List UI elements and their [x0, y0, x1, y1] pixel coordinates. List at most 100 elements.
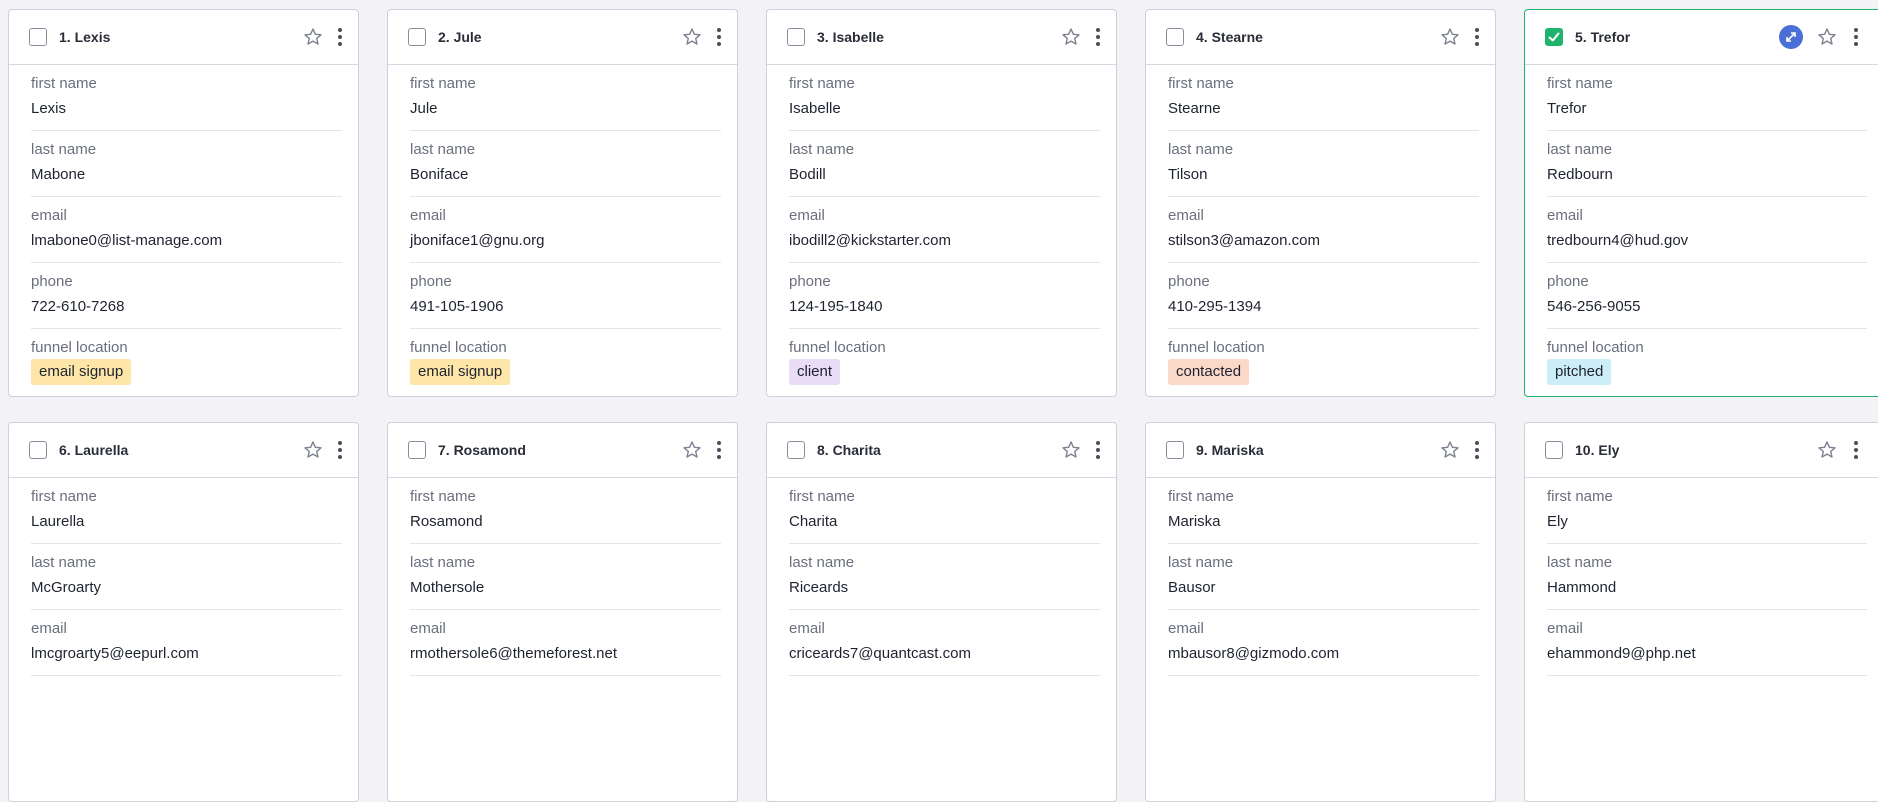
card-title: 3. Isabelle: [817, 29, 884, 45]
more-options-icon[interactable]: [715, 439, 723, 461]
select-checkbox[interactable]: [1545, 441, 1563, 459]
email-value[interactable]: rmothersole6@themeforest.net: [410, 645, 617, 663]
email-value[interactable]: lmcgroarty5@eepurl.com: [31, 645, 199, 663]
record-card[interactable]: 1. Lexis first name Lexis last name Mabone…: [8, 9, 359, 397]
record-card[interactable]: 3. Isabelle first name Isabelle last name…: [766, 9, 1117, 397]
record-card[interactable]: 10. Ely first name Ely last name Hammond e…: [1524, 422, 1878, 802]
funnel-badge[interactable]: pitched: [1547, 359, 1612, 385]
record-card[interactable]: 7. Rosamond first name Rosamond last name…: [387, 422, 738, 802]
star-icon[interactable]: [682, 27, 702, 47]
star-icon[interactable]: [682, 440, 702, 460]
field-funnel-location: funnel location pitched: [1547, 329, 1867, 394]
more-options-icon[interactable]: [1852, 439, 1860, 461]
email-value[interactable]: stilson3@amazon.com: [1168, 232, 1320, 250]
record-card-selected[interactable]: 5. Trefor first name Trefor last name Redb…: [1524, 9, 1878, 397]
more-options-icon[interactable]: [1473, 26, 1481, 48]
field-email: email rmothersole6@themeforest.net: [410, 610, 721, 676]
last-name-value[interactable]: Redbourn: [1547, 166, 1613, 184]
phone-value[interactable]: 491-105-1906: [410, 298, 503, 316]
first-name-value[interactable]: Isabelle: [789, 100, 841, 118]
first-name-value[interactable]: Trefor: [1547, 100, 1586, 118]
card-title: 7. Rosamond: [438, 442, 526, 458]
record-card[interactable]: 6. Laurella first name Laurella last name…: [8, 422, 359, 802]
field-email: email lmabone0@list-manage.com: [31, 197, 342, 263]
more-options-icon[interactable]: [336, 439, 344, 461]
star-icon[interactable]: [1440, 440, 1460, 460]
star-icon[interactable]: [303, 440, 323, 460]
star-icon[interactable]: [1817, 440, 1837, 460]
select-checkbox[interactable]: [1166, 28, 1184, 46]
star-icon[interactable]: [1440, 27, 1460, 47]
field-last-name: last name Mabone: [31, 131, 342, 197]
last-name-value[interactable]: Bodill: [789, 166, 826, 184]
card-title: 8. Charita: [817, 442, 881, 458]
card-header: 1. Lexis: [9, 10, 358, 65]
email-value[interactable]: criceards7@quantcast.com: [789, 645, 971, 663]
email-value[interactable]: lmabone0@list-manage.com: [31, 232, 222, 250]
field-first-name: first name Jule: [410, 65, 721, 131]
more-options-icon[interactable]: [336, 26, 344, 48]
field-funnel-location: funnel location email signup: [31, 329, 342, 394]
email-value[interactable]: ehammond9@php.net: [1547, 645, 1696, 663]
funnel-badge[interactable]: email signup: [31, 359, 132, 385]
star-icon[interactable]: [303, 27, 323, 47]
last-name-value[interactable]: Tilson: [1168, 166, 1207, 184]
email-value[interactable]: jboniface1@gnu.org: [410, 232, 545, 250]
field-last-name: last name McGroarty: [31, 544, 342, 610]
record-card[interactable]: 2. Jule first name Jule last name Boniface…: [387, 9, 738, 397]
last-name-value[interactable]: Mothersole: [410, 579, 484, 597]
select-checkbox[interactable]: [29, 28, 47, 46]
funnel-badge[interactable]: client: [789, 359, 841, 385]
more-options-icon[interactable]: [1094, 26, 1102, 48]
first-name-value[interactable]: Laurella: [31, 513, 84, 531]
email-value[interactable]: ibodill2@kickstarter.com: [789, 232, 951, 250]
first-name-value[interactable]: Jule: [410, 100, 438, 118]
card-title: 1. Lexis: [59, 29, 111, 45]
expand-icon: [1786, 32, 1796, 42]
first-name-value[interactable]: Ely: [1547, 513, 1568, 531]
email-value[interactable]: tredbourn4@hud.gov: [1547, 232, 1688, 250]
last-name-value[interactable]: McGroarty: [31, 579, 101, 597]
more-options-icon[interactable]: [1094, 439, 1102, 461]
field-funnel-location: funnel location client: [789, 329, 1100, 394]
field-phone: phone 491-105-1906: [410, 263, 721, 329]
expand-button[interactable]: [1779, 25, 1803, 49]
field-first-name: first name Isabelle: [789, 65, 1100, 131]
phone-value[interactable]: 546-256-9055: [1547, 298, 1640, 316]
first-name-value[interactable]: Mariska: [1168, 513, 1221, 531]
funnel-badge[interactable]: contacted: [1168, 359, 1250, 385]
more-options-icon[interactable]: [1852, 26, 1860, 48]
select-checkbox[interactable]: [408, 441, 426, 459]
first-name-value[interactable]: Charita: [789, 513, 837, 531]
funnel-badge[interactable]: email signup: [410, 359, 511, 385]
card-title: 9. Mariska: [1196, 442, 1264, 458]
first-name-value[interactable]: Rosamond: [410, 513, 483, 531]
select-checkbox[interactable]: [787, 441, 805, 459]
select-checkbox[interactable]: [1166, 441, 1184, 459]
card-header: 9. Mariska: [1146, 423, 1495, 478]
more-options-icon[interactable]: [1473, 439, 1481, 461]
star-icon[interactable]: [1061, 27, 1081, 47]
phone-value[interactable]: 124-195-1840: [789, 298, 882, 316]
record-card[interactable]: 4. Stearne first name Stearne last name Ti…: [1145, 9, 1496, 397]
email-value[interactable]: mbausor8@gizmodo.com: [1168, 645, 1339, 663]
record-card[interactable]: 8. Charita first name Charita last name Ri…: [766, 422, 1117, 802]
select-checkbox[interactable]: [29, 441, 47, 459]
star-icon[interactable]: [1817, 27, 1837, 47]
select-checkbox[interactable]: [787, 28, 805, 46]
first-name-value[interactable]: Stearne: [1168, 100, 1221, 118]
record-card[interactable]: 9. Mariska first name Mariska last name Ba…: [1145, 422, 1496, 802]
first-name-value[interactable]: Lexis: [31, 100, 66, 118]
last-name-value[interactable]: Riceards: [789, 579, 848, 597]
last-name-value[interactable]: Mabone: [31, 166, 85, 184]
last-name-value[interactable]: Bausor: [1168, 579, 1216, 597]
select-checkbox-checked[interactable]: [1545, 28, 1563, 46]
phone-value[interactable]: 722-610-7268: [31, 298, 124, 316]
last-name-value[interactable]: Boniface: [410, 166, 468, 184]
more-options-icon[interactable]: [715, 26, 723, 48]
last-name-value[interactable]: Hammond: [1547, 579, 1616, 597]
star-icon[interactable]: [1061, 440, 1081, 460]
select-checkbox[interactable]: [408, 28, 426, 46]
field-phone: phone 546-256-9055: [1547, 263, 1867, 329]
phone-value[interactable]: 410-295-1394: [1168, 298, 1261, 316]
